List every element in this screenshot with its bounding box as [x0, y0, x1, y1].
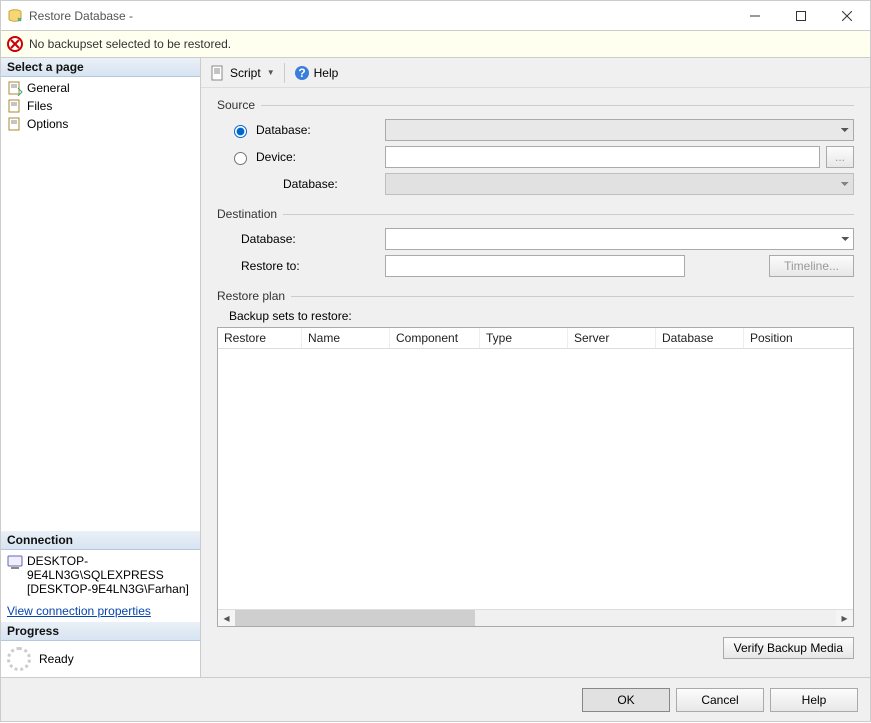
source-database-combo[interactable]	[385, 119, 854, 141]
col-restore[interactable]: Restore	[218, 328, 302, 348]
progress-header: Progress	[1, 622, 200, 641]
help-label: Help	[314, 66, 339, 80]
chevron-down-icon: ▼	[267, 68, 275, 77]
restore-plan-subtitle: Backup sets to restore:	[217, 309, 854, 323]
help-icon: ?	[294, 65, 310, 81]
page-general[interactable]: General	[1, 79, 200, 97]
source-database-radio-text: Database:	[256, 123, 311, 137]
window-title: Restore Database -	[29, 9, 732, 23]
source-device-radio-text: Device:	[256, 150, 296, 164]
destination-title: Destination	[217, 207, 283, 221]
progress-spinner-icon	[7, 647, 31, 671]
destination-group: Destination Database: Restore to: Timeli…	[217, 207, 854, 281]
browse-device-button[interactable]: ...	[826, 146, 854, 168]
help-button[interactable]: Help	[770, 688, 858, 712]
connection-user: [DESKTOP-9E4LN3G\Farhan]	[27, 582, 194, 596]
restore-plan-title: Restore plan	[217, 289, 291, 303]
page-icon	[7, 116, 23, 132]
right-panel: Script ▼ ? Help Source Database:	[201, 58, 870, 677]
scroll-thumb[interactable]	[235, 610, 475, 626]
destination-database-combo[interactable]	[385, 228, 854, 250]
page-icon	[7, 98, 23, 114]
page-label: Files	[27, 99, 52, 113]
connection-header: Connection	[1, 531, 200, 550]
horizontal-scrollbar[interactable]: ◂ ▸	[218, 609, 853, 626]
script-icon	[210, 65, 226, 81]
progress-status: Ready	[39, 652, 74, 666]
script-label: Script	[230, 66, 261, 80]
timeline-button: Timeline...	[769, 255, 854, 277]
source-device-input[interactable]	[385, 146, 820, 168]
select-page-header: Select a page	[1, 58, 200, 77]
toolbar-separator	[284, 63, 285, 83]
ok-button[interactable]: OK	[582, 688, 670, 712]
close-button[interactable]	[824, 1, 870, 30]
app-icon	[7, 8, 23, 24]
server-icon	[7, 554, 23, 570]
page-label: General	[27, 81, 70, 95]
source-device-database-combo	[385, 173, 854, 195]
table-body	[218, 349, 853, 609]
source-device-radio-label[interactable]: Device:	[229, 149, 385, 165]
view-connection-properties-link[interactable]: View connection properties	[7, 604, 151, 618]
warning-bar: No backupset selected to be restored.	[0, 30, 871, 58]
error-icon	[7, 36, 23, 52]
source-database-radio-label[interactable]: Database:	[229, 122, 385, 138]
col-name[interactable]: Name	[302, 328, 390, 348]
warning-text: No backupset selected to be restored.	[29, 37, 231, 51]
connection-info: DESKTOP-9E4LN3G\SQLEXPRESS [DESKTOP-9E4L…	[1, 550, 200, 600]
scroll-left-arrow[interactable]: ◂	[218, 610, 235, 627]
col-type[interactable]: Type	[480, 328, 568, 348]
page-label: Options	[27, 117, 68, 131]
minimize-button[interactable]	[732, 1, 778, 30]
col-database[interactable]: Database	[656, 328, 744, 348]
dialog-footer: OK Cancel Help	[1, 677, 870, 721]
help-toolbar-button[interactable]: ? Help	[289, 62, 344, 84]
col-position[interactable]: Position	[744, 328, 853, 348]
source-title: Source	[217, 98, 261, 112]
source-database-radio[interactable]	[234, 125, 247, 138]
verify-backup-media-button[interactable]: Verify Backup Media	[723, 637, 854, 659]
restore-plan-group: Restore plan Backup sets to restore: Res…	[217, 289, 854, 659]
title-bar: Restore Database -	[0, 0, 871, 30]
cancel-button[interactable]: Cancel	[676, 688, 764, 712]
source-device-database-label: Database:	[229, 177, 385, 191]
toolbar: Script ▼ ? Help	[201, 58, 870, 88]
source-device-radio[interactable]	[234, 152, 247, 165]
svg-text:?: ?	[298, 66, 305, 80]
page-files[interactable]: Files	[1, 97, 200, 115]
script-button[interactable]: Script ▼	[205, 62, 280, 84]
left-panel: Select a page General Files Options Conn…	[1, 58, 201, 677]
source-group: Source Database: Device:	[217, 98, 854, 199]
col-component[interactable]: Component	[390, 328, 480, 348]
page-icon	[7, 80, 23, 96]
maximize-button[interactable]	[778, 1, 824, 30]
restore-to-label: Restore to:	[229, 259, 385, 273]
col-server[interactable]: Server	[568, 328, 656, 348]
destination-database-label: Database:	[229, 232, 385, 246]
scroll-right-arrow[interactable]: ▸	[836, 610, 853, 627]
connection-server: DESKTOP-9E4LN3G\SQLEXPRESS	[27, 554, 194, 582]
page-options[interactable]: Options	[1, 115, 200, 133]
backup-sets-table[interactable]: Restore Name Component Type Server Datab…	[217, 327, 854, 627]
restore-to-input	[385, 255, 685, 277]
